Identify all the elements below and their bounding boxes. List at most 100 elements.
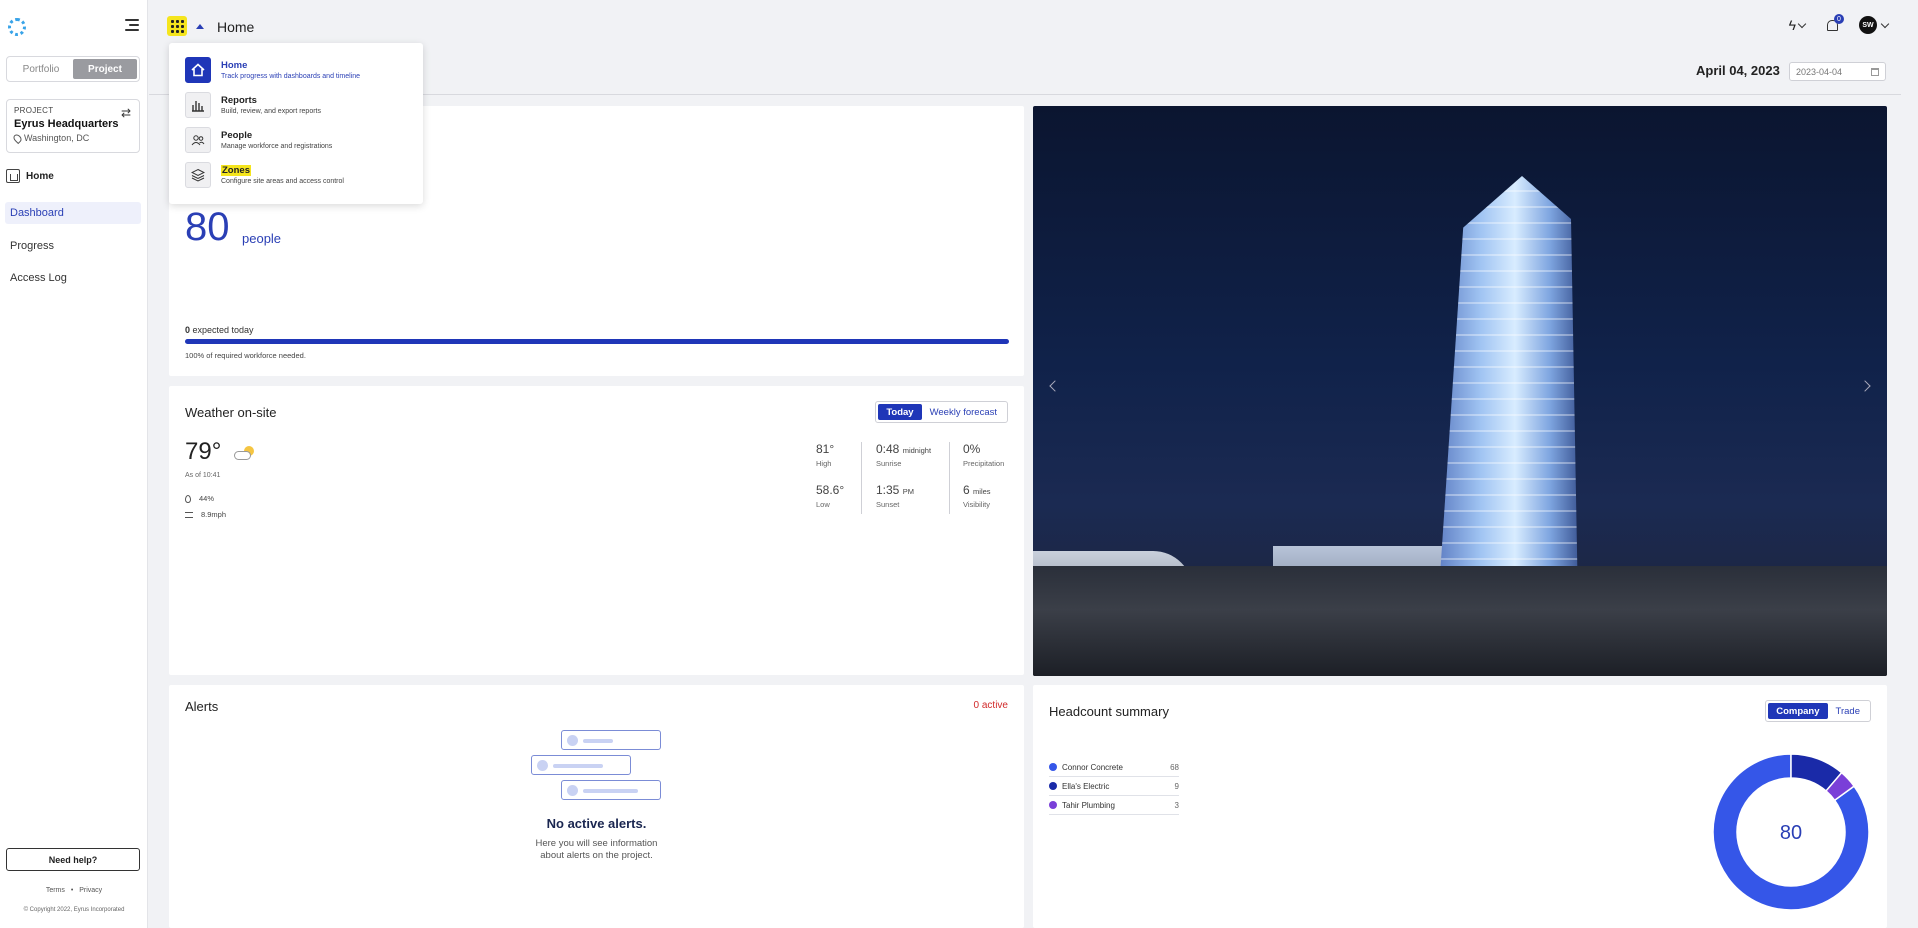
donut-total: 80 [1780, 822, 1802, 844]
weather-as-of: As of 10:41 [185, 472, 221, 479]
menu-item-zones[interactable]: Zones Configure site areas and access co… [185, 162, 344, 188]
menu-item-people[interactable]: People Manage workforce and registration… [185, 127, 332, 153]
headcount-row: Connor Concrete 68 [1049, 758, 1179, 777]
portfolio-tab[interactable]: Portfolio [9, 59, 73, 79]
current-date: April 04, 2023 [1696, 63, 1780, 78]
project-location: Washington, DC [11, 132, 132, 144]
wind-icon [185, 511, 193, 518]
stat-sunrise-value: 0:48 [876, 442, 900, 456]
workforce-count: 80 [185, 205, 230, 249]
terms-link[interactable]: Terms [46, 887, 65, 894]
stat-precip-label: Precipitation [963, 459, 1005, 468]
sidebar-item-progress[interactable]: Progress [5, 235, 141, 257]
headcount-toggle: Company Trade [1765, 700, 1871, 722]
tab-company[interactable]: Company [1768, 703, 1828, 719]
no-alerts-line1: Here you will see information [535, 838, 658, 849]
workforce-unit: people [242, 231, 282, 246]
legend-dot [1049, 782, 1057, 790]
stat-sunset-value: 1:35 [876, 483, 900, 497]
avatar: SW [1859, 16, 1877, 34]
stat-low-label: Low [816, 500, 830, 509]
need-help-button[interactable]: Need help? [6, 848, 140, 871]
notification-badge: 0 [1834, 14, 1844, 24]
stat-high-label: High [816, 459, 832, 468]
tab-trade[interactable]: Trade [1828, 703, 1868, 719]
sidebar-item-access-log[interactable]: Access Log [5, 267, 141, 289]
layers-icon [185, 162, 211, 188]
stat-sunset-unit: PM [902, 487, 914, 496]
switch-project-icon[interactable]: ⇄ [121, 106, 131, 120]
legend-dot [1049, 801, 1057, 809]
menu-item-reports-title: Reports [221, 95, 257, 106]
humidity: 44% [185, 494, 214, 503]
menu-item-zones-subtitle: Configure site areas and access control [221, 178, 344, 185]
alerts-active-count: 0 active [973, 700, 1008, 711]
tab-weekly-forecast[interactable]: Weekly forecast [922, 404, 1005, 420]
caret-up-icon[interactable] [196, 24, 204, 29]
header-actions: ϟ 0 SW [1788, 14, 1890, 34]
no-alerts-line2: about alerts on the project. [540, 850, 653, 861]
date-picker-value: 2023-04-04 [1796, 66, 1843, 77]
expected-today: 0 expected today [185, 325, 254, 335]
alerts-title: Alerts [185, 699, 219, 714]
weather-title: Weather on-site [185, 405, 277, 420]
stat-precip-value: 0% [963, 442, 981, 456]
bolt-icon: ϟ [1788, 17, 1796, 33]
sidebar-home[interactable]: Home [6, 169, 54, 183]
headcount-row: Tahir Plumbing 3 [1049, 796, 1179, 815]
stat-sunset-label: Sunset [876, 500, 900, 509]
collapse-menu-icon[interactable] [125, 19, 139, 31]
wind-value: 8.9mph [201, 510, 227, 519]
sidebar: Portfolio Project PROJECT Eyrus Headquar… [0, 0, 148, 928]
quick-actions-button[interactable]: ϟ [1788, 17, 1807, 33]
menu-item-people-subtitle: Manage workforce and registrations [221, 143, 333, 150]
weather-card: Weather on-site Today Weekly forecast 79… [169, 386, 1024, 675]
notifications-bell-icon[interactable]: 0 [1825, 14, 1844, 32]
legend-dot [1049, 763, 1057, 771]
menu-item-reports[interactable]: Reports Build, review, and export report… [185, 92, 321, 118]
user-menu[interactable]: SW [1859, 16, 1890, 34]
partly-cloudy-icon [234, 446, 254, 460]
company-name: Tahir Plumbing [1062, 800, 1115, 810]
location-pin-icon [11, 132, 24, 144]
stat-high: 81° High [816, 442, 834, 468]
privacy-link[interactable]: Privacy [79, 887, 102, 894]
stat-sunrise-label: Sunrise [876, 459, 902, 468]
stat-sunset: 1:35 PM Sunset [876, 483, 914, 509]
tab-today[interactable]: Today [878, 404, 922, 420]
stat-precipitation: 0% Precipitation [963, 442, 1004, 468]
app-switcher-icon[interactable] [167, 16, 187, 36]
headcount-title: Headcount summary [1049, 704, 1169, 719]
home-icon [185, 57, 211, 83]
stat-high-value: 81° [816, 442, 835, 456]
stat-sunrise: 0:48 midnight Sunrise [876, 442, 931, 468]
workforce-progress-fill [185, 339, 1009, 344]
app-switcher-menu: Home Track progress with dashboards and … [169, 43, 423, 204]
bar-chart-icon [185, 92, 211, 118]
project-name: Eyrus Headquarters [14, 118, 119, 130]
calendar-icon [1871, 68, 1879, 76]
carousel-prev-icon[interactable] [1049, 380, 1061, 392]
stat-visibility-value: 6 [963, 483, 970, 497]
project-tab[interactable]: Project [73, 59, 137, 79]
project-location-text: Washington, DC [24, 133, 90, 143]
sidebar-item-dashboard[interactable]: Dashboard [5, 202, 141, 224]
stat-divider [861, 442, 862, 514]
company-name: Connor Concrete [1062, 762, 1123, 772]
menu-item-home-subtitle: Track progress with dashboards and timel… [221, 73, 361, 80]
company-count: 68 [1170, 762, 1179, 772]
project-label: PROJECT [14, 106, 54, 115]
stat-low: 58.6° Low [816, 483, 844, 509]
workforce-progress-bar [185, 339, 1009, 344]
menu-item-home[interactable]: Home Track progress with dashboards and … [185, 57, 360, 83]
carousel-next-icon[interactable] [1859, 380, 1871, 392]
stat-low-value: 58.6° [816, 483, 845, 497]
chevron-down-icon [1797, 19, 1807, 28]
eyrus-logo[interactable] [8, 18, 26, 36]
company-count: 3 [1174, 800, 1179, 810]
legal-separator: • [70, 887, 74, 894]
no-alerts-title: No active alerts. [546, 816, 647, 831]
workforce-caption: 100% of required workforce needed. [185, 351, 306, 360]
project-card[interactable]: PROJECT Eyrus Headquarters Washington, D… [6, 99, 140, 153]
date-picker-input[interactable]: 2023-04-04 [1789, 62, 1886, 81]
